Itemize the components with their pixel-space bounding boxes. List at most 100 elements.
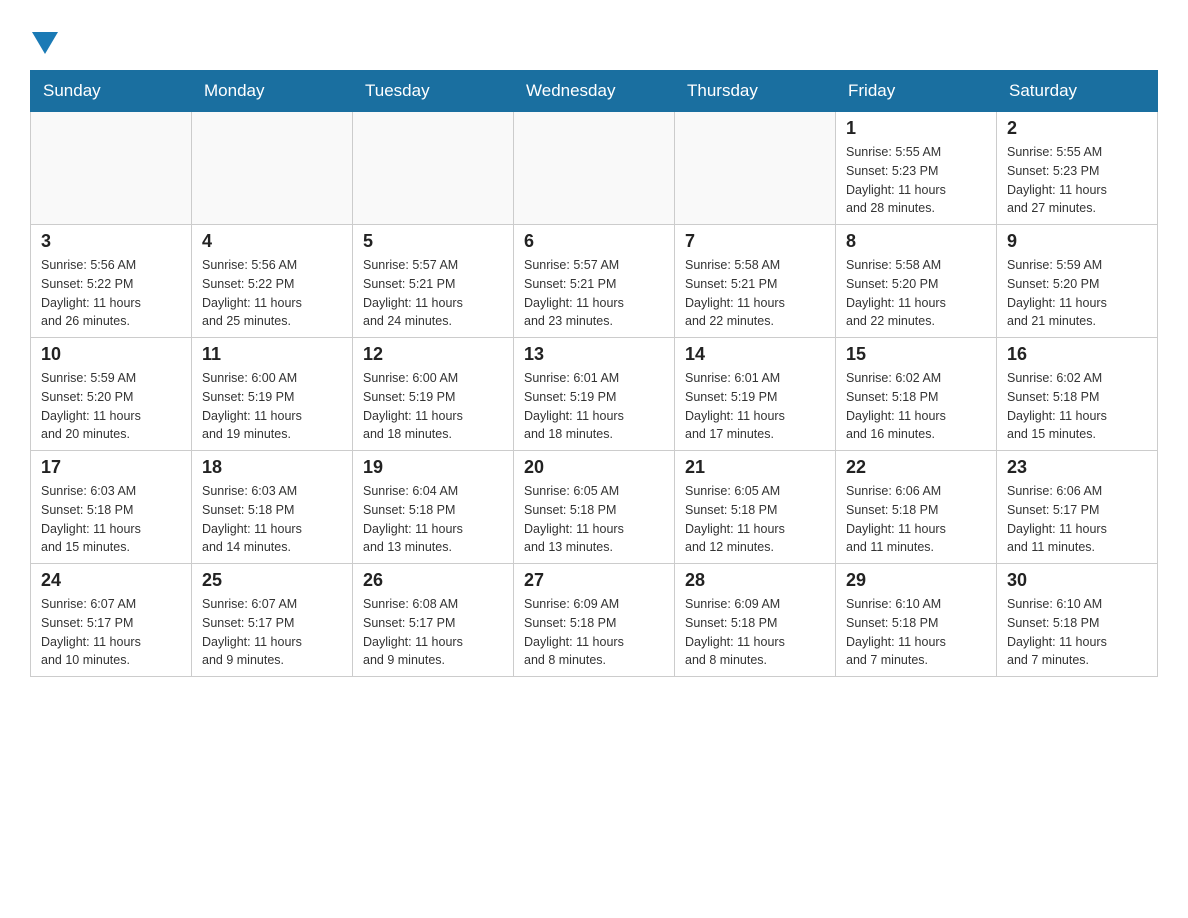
day-info: Sunrise: 6:02 AM Sunset: 5:18 PM Dayligh…	[846, 369, 986, 444]
day-info: Sunrise: 5:59 AM Sunset: 5:20 PM Dayligh…	[41, 369, 181, 444]
day-info: Sunrise: 5:56 AM Sunset: 5:22 PM Dayligh…	[202, 256, 342, 331]
calendar-day: 14 Sunrise: 6:01 AM Sunset: 5:19 PM Dayli…	[675, 338, 836, 451]
calendar-day: 25 Sunrise: 6:07 AM Sunset: 5:17 PM Dayli…	[192, 564, 353, 677]
calendar-day: 16 Sunrise: 6:02 AM Sunset: 5:18 PM Dayli…	[997, 338, 1158, 451]
calendar-day	[31, 112, 192, 225]
day-info: Sunrise: 6:05 AM Sunset: 5:18 PM Dayligh…	[685, 482, 825, 557]
header-friday: Friday	[836, 71, 997, 112]
day-number: 21	[685, 457, 825, 478]
day-number: 14	[685, 344, 825, 365]
day-info: Sunrise: 6:03 AM Sunset: 5:18 PM Dayligh…	[202, 482, 342, 557]
calendar-day: 19Sunrise: 6:04 AM Sunset: 5:18 PM Dayli…	[353, 451, 514, 564]
day-number: 10	[41, 344, 181, 365]
day-info: Sunrise: 6:06 AM Sunset: 5:17 PM Dayligh…	[1007, 482, 1147, 557]
day-number: 4	[202, 231, 342, 252]
calendar-day: 9Sunrise: 5:59 AM Sunset: 5:20 PM Daylig…	[997, 225, 1158, 338]
calendar-day: 15 Sunrise: 6:02 AM Sunset: 5:18 PM Dayli…	[836, 338, 997, 451]
day-info: Sunrise: 6:00 AM Sunset: 5:19 PM Dayligh…	[202, 369, 342, 444]
calendar-day: 3 Sunrise: 5:56 AM Sunset: 5:22 PM Daylig…	[31, 225, 192, 338]
day-number: 5	[363, 231, 503, 252]
calendar-day	[675, 112, 836, 225]
calendar-week-5: 24 Sunrise: 6:07 AM Sunset: 5:17 PM Dayli…	[31, 564, 1158, 677]
calendar-day: 1Sunrise: 5:55 AM Sunset: 5:23 PM Daylig…	[836, 112, 997, 225]
day-info: Sunrise: 6:03 AM Sunset: 5:18 PM Dayligh…	[41, 482, 181, 557]
day-info: Sunrise: 5:58 AM Sunset: 5:20 PM Dayligh…	[846, 256, 986, 331]
day-number: 12	[363, 344, 503, 365]
day-info: Sunrise: 5:57 AM Sunset: 5:21 PM Dayligh…	[524, 256, 664, 331]
day-number: 6	[524, 231, 664, 252]
day-number: 15	[846, 344, 986, 365]
calendar-week-4: 17 Sunrise: 6:03 AM Sunset: 5:18 PM Dayli…	[31, 451, 1158, 564]
calendar-week-2: 3 Sunrise: 5:56 AM Sunset: 5:22 PM Daylig…	[31, 225, 1158, 338]
calendar-day: 13 Sunrise: 6:01 AM Sunset: 5:19 PM Dayli…	[514, 338, 675, 451]
day-number: 27	[524, 570, 664, 591]
day-info: Sunrise: 5:55 AM Sunset: 5:23 PM Dayligh…	[1007, 143, 1147, 218]
logo-arrow-icon	[32, 32, 58, 54]
day-info: Sunrise: 6:00 AM Sunset: 5:19 PM Dayligh…	[363, 369, 503, 444]
day-info: Sunrise: 6:10 AM Sunset: 5:18 PM Dayligh…	[846, 595, 986, 670]
calendar-day: 17 Sunrise: 6:03 AM Sunset: 5:18 PM Dayli…	[31, 451, 192, 564]
day-number: 8	[846, 231, 986, 252]
calendar-day: 7 Sunrise: 5:58 AM Sunset: 5:21 PM Daylig…	[675, 225, 836, 338]
calendar-day: 4 Sunrise: 5:56 AM Sunset: 5:22 PM Daylig…	[192, 225, 353, 338]
day-info: Sunrise: 6:10 AM Sunset: 5:18 PM Dayligh…	[1007, 595, 1147, 670]
header-sunday: Sunday	[31, 71, 192, 112]
header-tuesday: Tuesday	[353, 71, 514, 112]
calendar-week-1: 1Sunrise: 5:55 AM Sunset: 5:23 PM Daylig…	[31, 112, 1158, 225]
day-number: 29	[846, 570, 986, 591]
day-info: Sunrise: 6:07 AM Sunset: 5:17 PM Dayligh…	[202, 595, 342, 670]
calendar-day: 6 Sunrise: 5:57 AM Sunset: 5:21 PM Daylig…	[514, 225, 675, 338]
calendar-day: 22 Sunrise: 6:06 AM Sunset: 5:18 PM Dayli…	[836, 451, 997, 564]
day-number: 7	[685, 231, 825, 252]
calendar-day: 26Sunrise: 6:08 AM Sunset: 5:17 PM Dayli…	[353, 564, 514, 677]
calendar-day: 30Sunrise: 6:10 AM Sunset: 5:18 PM Dayli…	[997, 564, 1158, 677]
calendar-day: 28 Sunrise: 6:09 AM Sunset: 5:18 PM Dayli…	[675, 564, 836, 677]
day-number: 3	[41, 231, 181, 252]
calendar-day: 12 Sunrise: 6:00 AM Sunset: 5:19 PM Dayli…	[353, 338, 514, 451]
calendar-day: 11 Sunrise: 6:00 AM Sunset: 5:19 PM Dayli…	[192, 338, 353, 451]
calendar-week-3: 10 Sunrise: 5:59 AM Sunset: 5:20 PM Dayli…	[31, 338, 1158, 451]
day-number: 25	[202, 570, 342, 591]
day-number: 19	[363, 457, 503, 478]
calendar-day: 29 Sunrise: 6:10 AM Sunset: 5:18 PM Dayli…	[836, 564, 997, 677]
calendar-day	[514, 112, 675, 225]
day-info: Sunrise: 6:09 AM Sunset: 5:18 PM Dayligh…	[685, 595, 825, 670]
day-info: Sunrise: 6:09 AM Sunset: 5:18 PM Dayligh…	[524, 595, 664, 670]
day-number: 28	[685, 570, 825, 591]
calendar-day	[192, 112, 353, 225]
day-info: Sunrise: 5:58 AM Sunset: 5:21 PM Dayligh…	[685, 256, 825, 331]
header-wednesday: Wednesday	[514, 71, 675, 112]
day-info: Sunrise: 5:57 AM Sunset: 5:21 PM Dayligh…	[363, 256, 503, 331]
day-info: Sunrise: 6:02 AM Sunset: 5:18 PM Dayligh…	[1007, 369, 1147, 444]
header-saturday: Saturday	[997, 71, 1158, 112]
calendar-day: 10 Sunrise: 5:59 AM Sunset: 5:20 PM Dayli…	[31, 338, 192, 451]
header-monday: Monday	[192, 71, 353, 112]
day-number: 20	[524, 457, 664, 478]
day-info: Sunrise: 6:01 AM Sunset: 5:19 PM Dayligh…	[685, 369, 825, 444]
day-number: 13	[524, 344, 664, 365]
day-info: Sunrise: 5:55 AM Sunset: 5:23 PM Dayligh…	[846, 143, 986, 218]
calendar: Sunday Monday Tuesday Wednesday Thursday…	[30, 70, 1158, 677]
header-thursday: Thursday	[675, 71, 836, 112]
calendar-day: 20 Sunrise: 6:05 AM Sunset: 5:18 PM Dayli…	[514, 451, 675, 564]
day-number: 11	[202, 344, 342, 365]
day-number: 23	[1007, 457, 1147, 478]
day-number: 24	[41, 570, 181, 591]
day-info: Sunrise: 6:08 AM Sunset: 5:17 PM Dayligh…	[363, 595, 503, 670]
day-number: 17	[41, 457, 181, 478]
calendar-day: 5 Sunrise: 5:57 AM Sunset: 5:21 PM Daylig…	[353, 225, 514, 338]
day-number: 22	[846, 457, 986, 478]
day-number: 16	[1007, 344, 1147, 365]
calendar-header-row: Sunday Monday Tuesday Wednesday Thursday…	[31, 71, 1158, 112]
day-number: 2	[1007, 118, 1147, 139]
calendar-day	[353, 112, 514, 225]
day-info: Sunrise: 6:05 AM Sunset: 5:18 PM Dayligh…	[524, 482, 664, 557]
calendar-day: 24 Sunrise: 6:07 AM Sunset: 5:17 PM Dayli…	[31, 564, 192, 677]
day-info: Sunrise: 5:56 AM Sunset: 5:22 PM Dayligh…	[41, 256, 181, 331]
day-info: Sunrise: 6:06 AM Sunset: 5:18 PM Dayligh…	[846, 482, 986, 557]
day-info: Sunrise: 6:07 AM Sunset: 5:17 PM Dayligh…	[41, 595, 181, 670]
logo	[30, 20, 58, 50]
calendar-day: 21 Sunrise: 6:05 AM Sunset: 5:18 PM Dayli…	[675, 451, 836, 564]
day-info: Sunrise: 5:59 AM Sunset: 5:20 PM Dayligh…	[1007, 256, 1147, 331]
day-info: Sunrise: 6:01 AM Sunset: 5:19 PM Dayligh…	[524, 369, 664, 444]
